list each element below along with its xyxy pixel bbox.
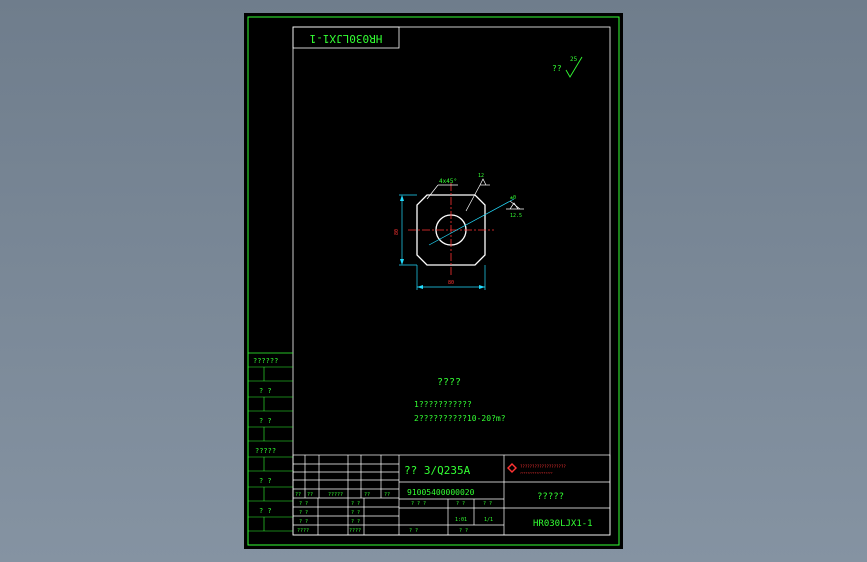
revision-header-1: ??: [295, 492, 301, 498]
chamfer-leader: [426, 184, 458, 200]
sidebar-label-5: ? ?: [259, 477, 272, 485]
sign-row-8: ????: [349, 528, 361, 534]
company-name: ???????????????????: [520, 464, 566, 469]
bottom-label-2: ? ?: [459, 528, 468, 534]
part-code: 91005400000020: [407, 488, 475, 497]
sign-row-5: ? ?: [351, 501, 360, 507]
cad-drawing: HR030LJX1-1 ?? 25 ?????? ? ? ? ? ????? ?…: [247, 16, 620, 546]
sidebar-label-2: ? ?: [259, 387, 272, 395]
drawing-number: HR030LJX1-1: [533, 519, 593, 529]
dimension-height: 80: [394, 229, 400, 235]
company-logo: [507, 463, 517, 473]
sheet-count: 1/1: [484, 517, 493, 523]
revision-header-5: ??: [384, 492, 390, 498]
scale-value: 1:01: [455, 517, 467, 523]
roughness-top-label: 12: [478, 173, 484, 179]
dimension-lines: [399, 194, 515, 290]
sidebar-label-3: ? ?: [259, 417, 272, 425]
scale-header-3: ? ?: [483, 501, 492, 507]
roughness-symbol: ??: [552, 64, 562, 73]
sign-row-4: ????: [297, 528, 309, 534]
company-name-secondary: ??????????????????: [520, 471, 553, 475]
centerlines: [408, 183, 494, 275]
part-view: 80 80 4x45° 12 ±0 12.5: [394, 173, 524, 290]
sign-row-1: ? ?: [299, 501, 308, 507]
material-label: ?? 3/Q235A: [404, 464, 471, 477]
bottom-label-1: ? ?: [409, 528, 418, 534]
roughness-value: 25: [570, 56, 578, 63]
sign-row-2: ? ?: [299, 510, 308, 516]
sidebar-label-4: ?????: [255, 447, 276, 455]
sign-row-7: ? ?: [351, 519, 360, 525]
sign-row-6: ? ?: [351, 510, 360, 516]
sidebar-label-1: ??????: [253, 357, 278, 365]
chamfer-label: 4x45°: [439, 178, 457, 185]
revision-header-3: ?????: [328, 492, 343, 498]
part-name: ?????: [537, 492, 564, 502]
drawing-number-mirrored: HR030LJX1-1: [310, 32, 383, 45]
note-line-1: 1???????????: [414, 400, 472, 409]
tolerance-label: ±0: [510, 195, 516, 201]
scale-header-2: ? ?: [456, 501, 465, 507]
sign-row-3: ? ?: [299, 519, 308, 525]
note-line-2: 2??????????10-20?m?: [414, 414, 506, 423]
sidebar-label-6: ? ?: [259, 507, 272, 515]
notes-title: ????: [437, 377, 461, 388]
revision-header-4: ??: [364, 492, 370, 498]
revision-header-2: ??: [307, 492, 313, 498]
scale-header-1: ? ? ?: [411, 501, 426, 507]
drawing-sheet: HR030LJX1-1 ?? 25 ?????? ? ? ? ? ????? ?…: [244, 13, 623, 549]
dimension-width: 80: [448, 280, 454, 286]
roughness-right-label: 12.5: [510, 213, 522, 219]
